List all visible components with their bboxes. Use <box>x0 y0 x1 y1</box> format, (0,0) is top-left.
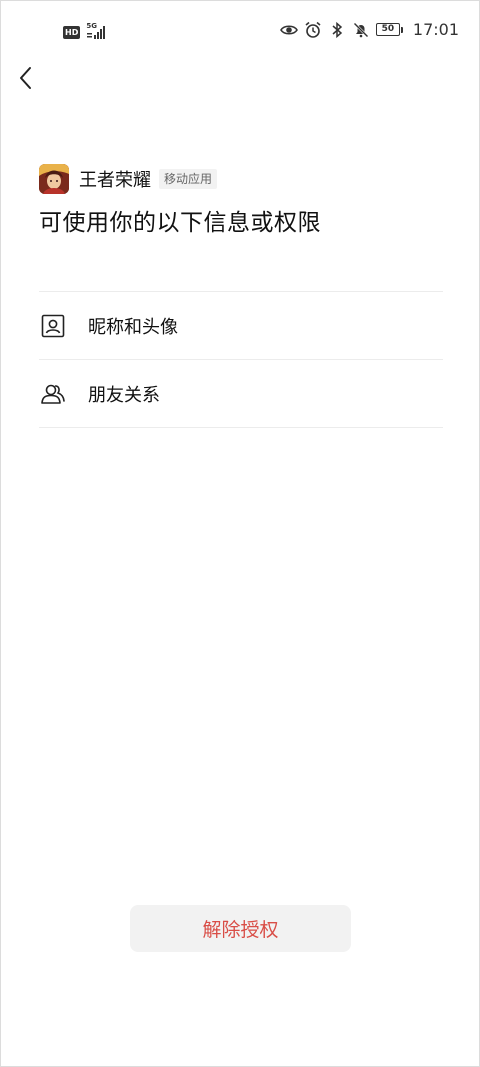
profile-card-icon <box>41 314 65 337</box>
app-authorization-screen: HD 5G 50 17:01 王者荣耀 移动应用 可使用你的以下信息或权限 昵称… <box>0 0 480 1067</box>
app-header: 王者荣耀 移动应用 <box>39 164 218 194</box>
divider <box>39 427 443 428</box>
hd-voice-badge: HD <box>63 25 81 39</box>
silent-bell-icon <box>353 22 369 37</box>
status-bar: HD 5G 50 17:01 <box>1 1 480 59</box>
status-time: 17:01 <box>412 20 459 39</box>
permission-item-nickname-avatar[interactable]: 昵称和头像 <box>39 292 443 359</box>
battery-icon: 50 <box>375 23 403 36</box>
status-bar-left: HD 5G <box>63 22 108 41</box>
app-logo <box>39 164 69 194</box>
app-type-badge: 移动应用 <box>159 169 218 189</box>
friends-icon <box>41 384 65 404</box>
status-bar-right: 50 17:01 <box>279 20 459 39</box>
back-button[interactable] <box>13 63 39 93</box>
revoke-authorization-button[interactable]: 解除授权 <box>130 905 351 952</box>
signal-icon: 5G <box>86 22 108 41</box>
battery-level: 50 <box>375 23 400 36</box>
chevron-left-icon <box>20 67 31 89</box>
eye-comfort-icon <box>279 24 298 35</box>
permission-list: 昵称和头像 朋友关系 <box>39 291 443 428</box>
permission-label: 昵称和头像 <box>88 316 178 338</box>
alarm-icon <box>305 21 321 38</box>
bluetooth-icon <box>332 21 343 38</box>
permission-label: 朋友关系 <box>88 384 160 406</box>
permission-item-friends[interactable]: 朋友关系 <box>39 360 443 427</box>
app-name: 王者荣耀 <box>79 170 151 191</box>
page-title: 可使用你的以下信息或权限 <box>39 210 321 236</box>
